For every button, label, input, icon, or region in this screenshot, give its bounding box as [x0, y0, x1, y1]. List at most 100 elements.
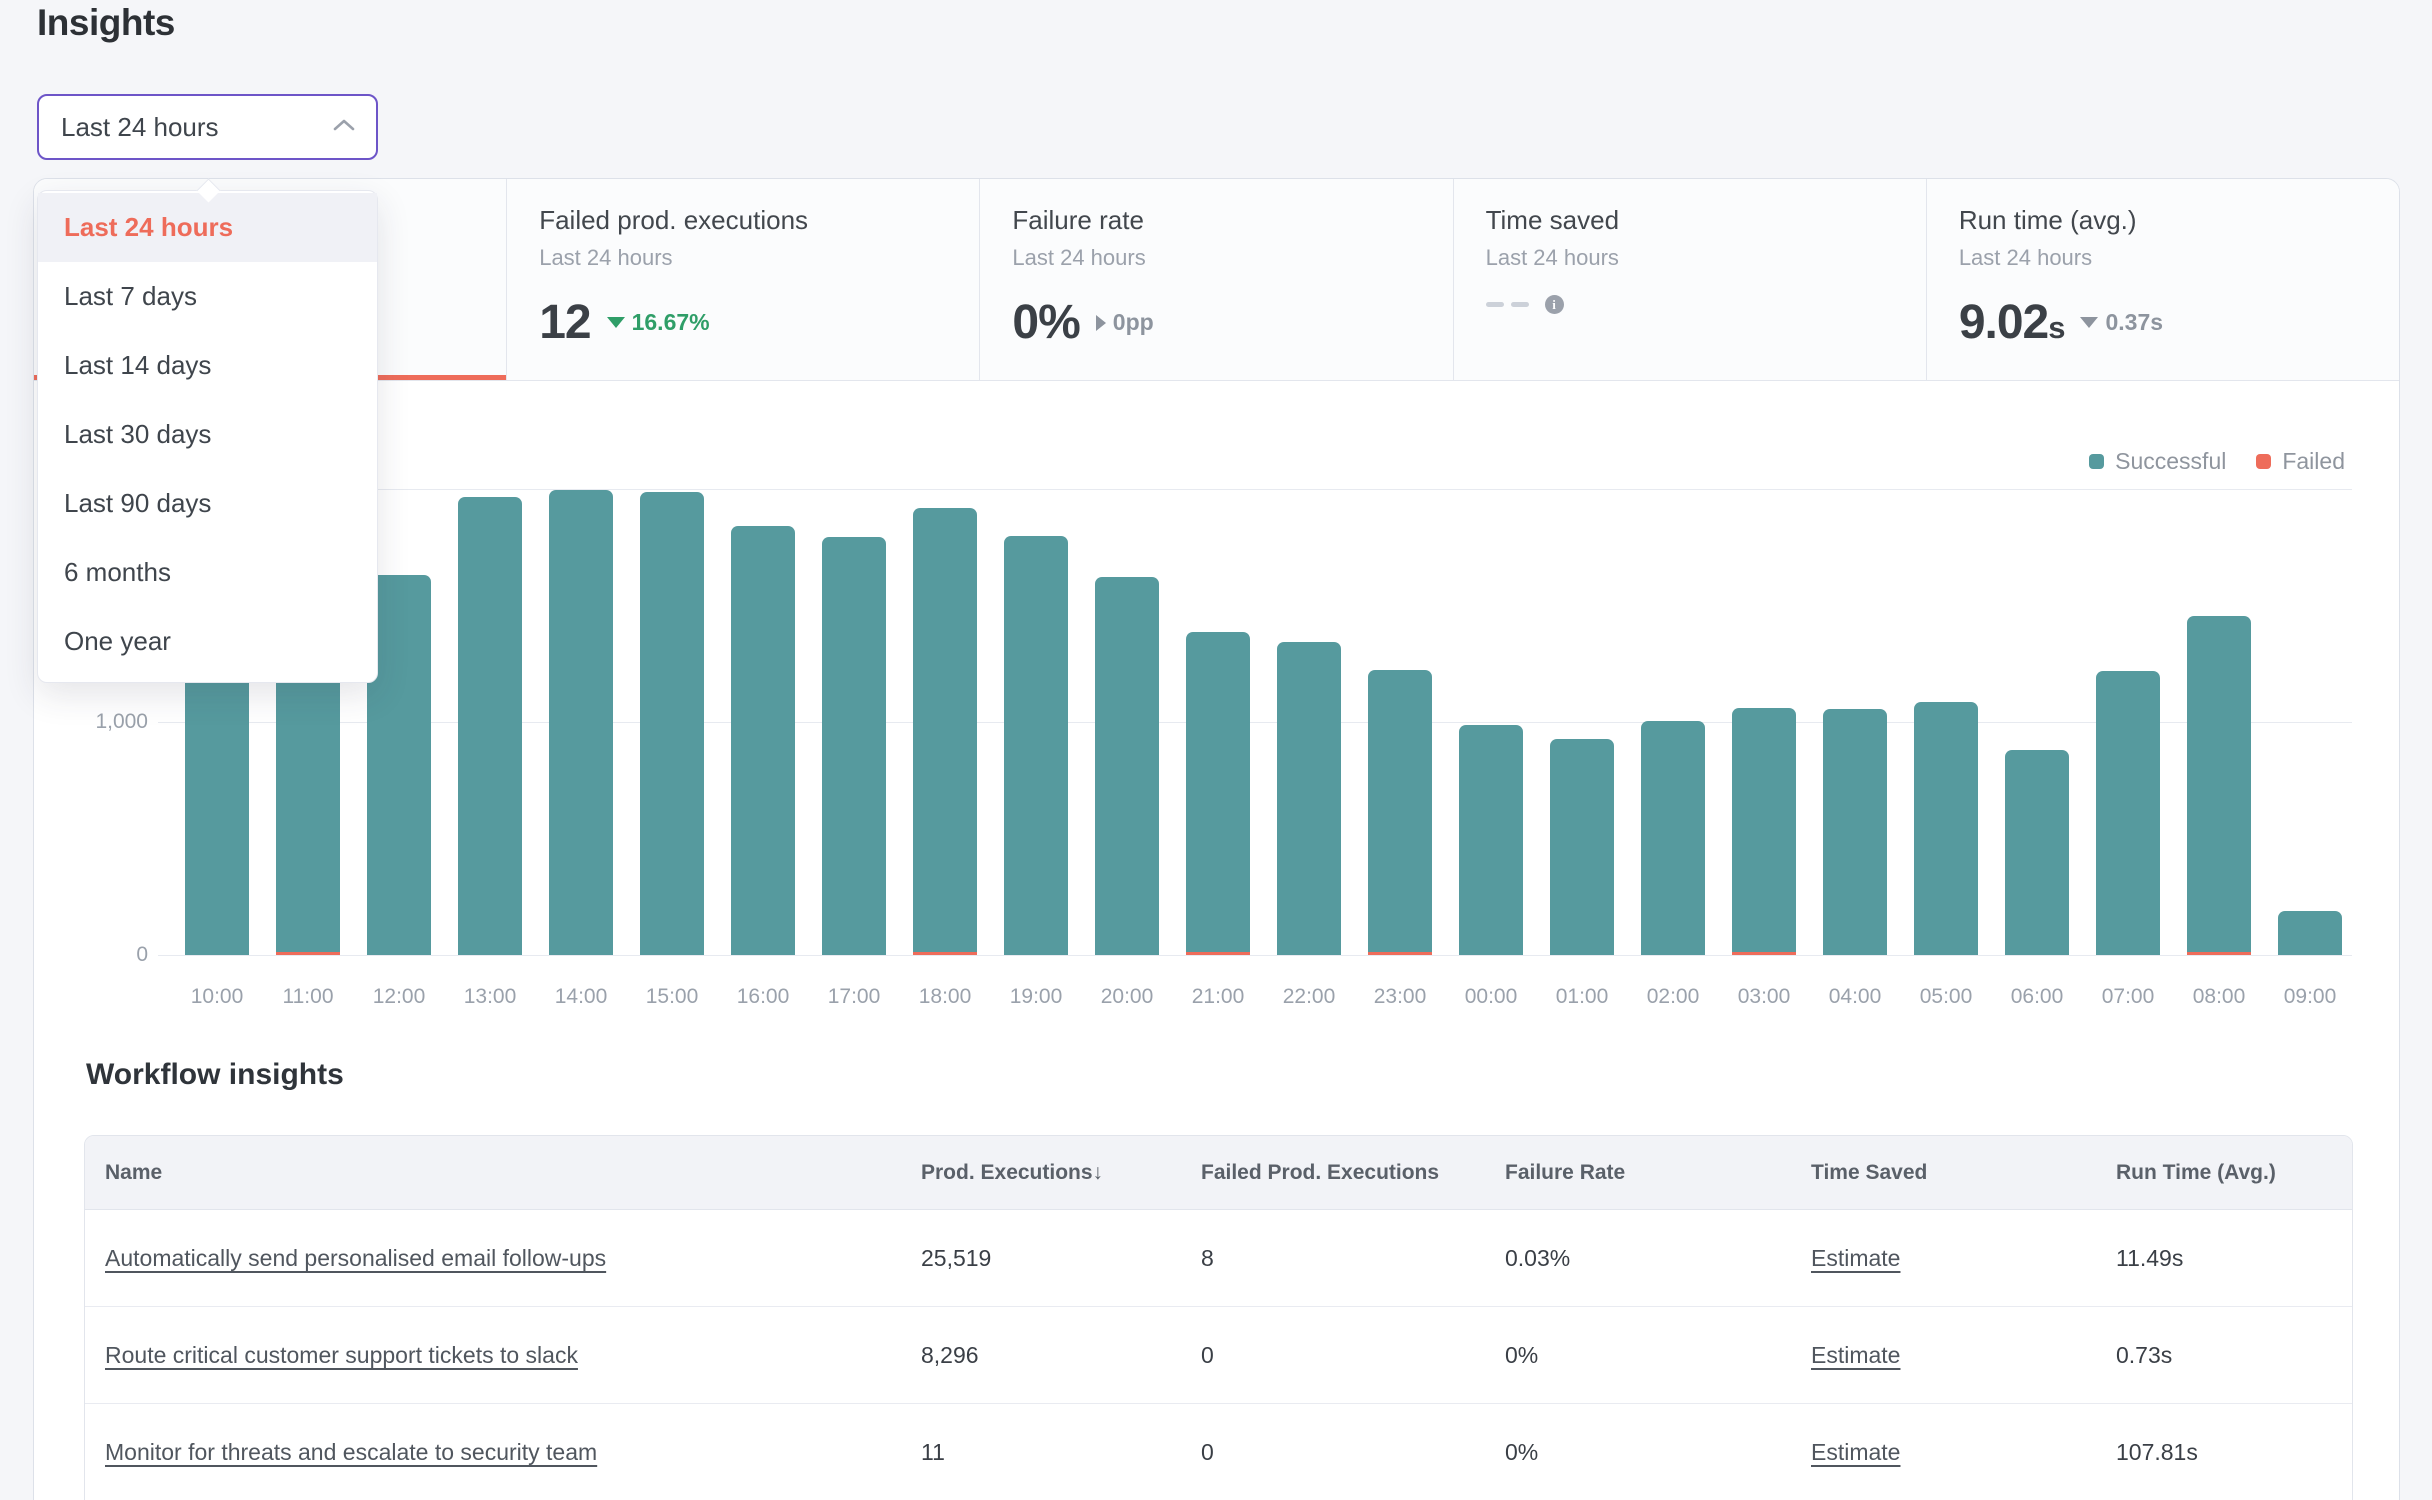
menu-item-last-7-days[interactable]: Last 7 days — [38, 262, 377, 331]
legend-label-failed: Failed — [2282, 448, 2345, 475]
insights-page: Insights Last 24 hours Failed prod. exec… — [0, 0, 2432, 1500]
bar-21:00[interactable] — [1186, 632, 1250, 955]
time-saved-estimate-link[interactable]: Estimate — [1811, 1245, 1900, 1272]
bar-06:00[interactable] — [2005, 750, 2069, 955]
x-axis-tick-20:00: 20:00 — [1081, 985, 1173, 1009]
bar-15:00[interactable] — [640, 492, 704, 955]
bar-14:00[interactable] — [549, 490, 613, 955]
bar-23:00[interactable] — [1368, 670, 1432, 955]
time-saved-estimate-link[interactable]: Estimate — [1811, 1439, 1900, 1466]
card-subtitle: Last 24 hours — [1486, 245, 1926, 271]
cell-run-time-avg: 107.81s — [2116, 1404, 2198, 1500]
menu-item-last-30-days[interactable]: Last 30 days — [38, 400, 377, 469]
card-subtitle: Last 24 hours — [539, 245, 979, 271]
bar-successful-segment — [2005, 750, 2069, 955]
cell-failed-prod-executions: 8 — [1201, 1210, 1214, 1306]
workflow-name-link[interactable]: Monitor for threats and escalate to secu… — [105, 1439, 597, 1466]
menu-item-6-months[interactable]: 6 months — [38, 538, 377, 607]
column-header-run-time-avg-[interactable]: Run Time (Avg.) — [2116, 1136, 2276, 1209]
time-range-selected-label: Last 24 hours — [61, 112, 219, 143]
bar-08:00[interactable] — [2187, 616, 2251, 955]
card-value: 0% — [1012, 295, 1079, 350]
y-axis-tick-0: 0 — [0, 943, 148, 967]
menu-item-last-24-hours[interactable]: Last 24 hours — [38, 193, 377, 262]
bar-successful-segment — [1550, 739, 1614, 955]
cell-failure-rate: 0% — [1505, 1404, 1538, 1500]
summary-card-time-saved[interactable]: Time saved Last 24 hoursi — [1454, 179, 1927, 380]
x-axis-tick-21:00: 21:00 — [1172, 985, 1264, 1009]
chart-legend: Successful Failed — [2089, 448, 2345, 475]
x-axis-tick-19:00: 19:00 — [990, 985, 1082, 1009]
table-row: Monitor for threats and escalate to secu… — [85, 1404, 2352, 1500]
card-delta: 0pp — [1096, 309, 1154, 336]
bar-successful-segment — [913, 508, 977, 952]
time-range-menu: Last 24 hoursLast 7 daysLast 14 daysLast… — [37, 190, 378, 683]
cell-failed-prod-executions: 0 — [1201, 1307, 1214, 1403]
x-axis-tick-12:00: 12:00 — [353, 985, 445, 1009]
time-range-select[interactable]: Last 24 hours — [37, 94, 378, 160]
column-header-failure-rate[interactable]: Failure Rate — [1505, 1136, 1625, 1209]
bar-05:00[interactable] — [1914, 702, 1978, 955]
legend-item-successful[interactable]: Successful — [2089, 448, 2226, 475]
legend-item-failed[interactable]: Failed — [2256, 448, 2345, 475]
summary-card-failed-prod-executions[interactable]: Failed prod. executions Last 24 hours121… — [507, 179, 980, 380]
card-delta: 0.37s — [2080, 309, 2163, 336]
card-title: Run time (avg.) — [1959, 205, 2399, 236]
bar-03:00[interactable] — [1732, 708, 1796, 955]
bar-22:00[interactable] — [1277, 642, 1341, 955]
bar-18:00[interactable] — [913, 508, 977, 955]
bar-04:00[interactable] — [1823, 709, 1887, 955]
info-icon[interactable]: i — [1545, 295, 1564, 314]
column-header-name[interactable]: Name — [105, 1136, 162, 1209]
menu-item-one-year[interactable]: One year — [38, 607, 377, 676]
bar-07:00[interactable] — [2096, 671, 2160, 955]
summary-cards-row: Failed prod. executions Last 24 hours121… — [34, 179, 2399, 381]
chevron-up-icon — [332, 118, 356, 137]
x-axis-tick-15:00: 15:00 — [626, 985, 718, 1009]
menu-item-last-14-days[interactable]: Last 14 days — [38, 331, 377, 400]
bar-00:00[interactable] — [1459, 725, 1523, 955]
bar-successful-segment — [2187, 616, 2251, 952]
bar-successful-segment — [549, 490, 613, 955]
x-axis-tick-00:00: 00:00 — [1445, 985, 1537, 1009]
workflow-insights-table: Name Prod. Executions↓ Failed Prod. Execut… — [84, 1135, 2353, 1500]
cell-run-time-avg: 11.49s — [2116, 1210, 2183, 1306]
x-axis-tick-07:00: 07:00 — [2082, 985, 2174, 1009]
cell-run-time-avg: 0.73s — [2116, 1307, 2172, 1403]
x-axis-tick-01:00: 01:00 — [1536, 985, 1628, 1009]
card-delta: 16.67% — [607, 309, 710, 336]
triangle-right-icon — [1096, 315, 1106, 331]
bar-17:00[interactable] — [822, 537, 886, 955]
bar-01:00[interactable] — [1550, 739, 1614, 955]
x-axis-tick-09:00: 09:00 — [2264, 985, 2356, 1009]
column-header-failed-prod-executions[interactable]: Failed Prod. Executions — [1201, 1136, 1439, 1209]
bar-successful-segment — [1277, 642, 1341, 955]
workflow-name-link[interactable]: Route critical customer support tickets … — [105, 1342, 578, 1369]
x-axis-tick-16:00: 16:00 — [717, 985, 809, 1009]
card-value: 12 — [539, 295, 590, 350]
bar-successful-segment — [2278, 911, 2342, 955]
x-axis-tick-18:00: 18:00 — [899, 985, 991, 1009]
summary-card-failure-rate[interactable]: Failure rate Last 24 hours0%0pp — [980, 179, 1453, 380]
x-axis-tick-23:00: 23:00 — [1354, 985, 1446, 1009]
cell-failed-prod-executions: 0 — [1201, 1404, 1214, 1500]
bar-09:00[interactable] — [2278, 911, 2342, 955]
summary-card-run-time-avg[interactable]: Run time (avg.) Last 24 hours9.02s0.37s — [1927, 179, 2399, 380]
gridline-0 — [158, 955, 2352, 956]
bar-13:00[interactable] — [458, 497, 522, 955]
time-saved-estimate-link[interactable]: Estimate — [1811, 1342, 1900, 1369]
successful-swatch-icon — [2089, 454, 2104, 469]
bar-19:00[interactable] — [1004, 536, 1068, 955]
column-header-time-saved[interactable]: Time Saved — [1811, 1136, 1927, 1209]
page-title: Insights — [37, 2, 175, 44]
x-axis-tick-22:00: 22:00 — [1263, 985, 1355, 1009]
bar-successful-segment — [1186, 632, 1250, 952]
bar-20:00[interactable] — [1095, 577, 1159, 955]
bar-16:00[interactable] — [731, 526, 795, 955]
workflow-name-link[interactable]: Automatically send personalised email fo… — [105, 1245, 606, 1272]
menu-item-last-90-days[interactable]: Last 90 days — [38, 469, 377, 538]
cell-prod-executions: 25,519 — [921, 1210, 991, 1306]
empty-value-dashes — [1486, 302, 1529, 307]
column-header-prod-executions[interactable]: Prod. Executions↓ — [921, 1136, 1103, 1209]
bar-02:00[interactable] — [1641, 721, 1705, 955]
